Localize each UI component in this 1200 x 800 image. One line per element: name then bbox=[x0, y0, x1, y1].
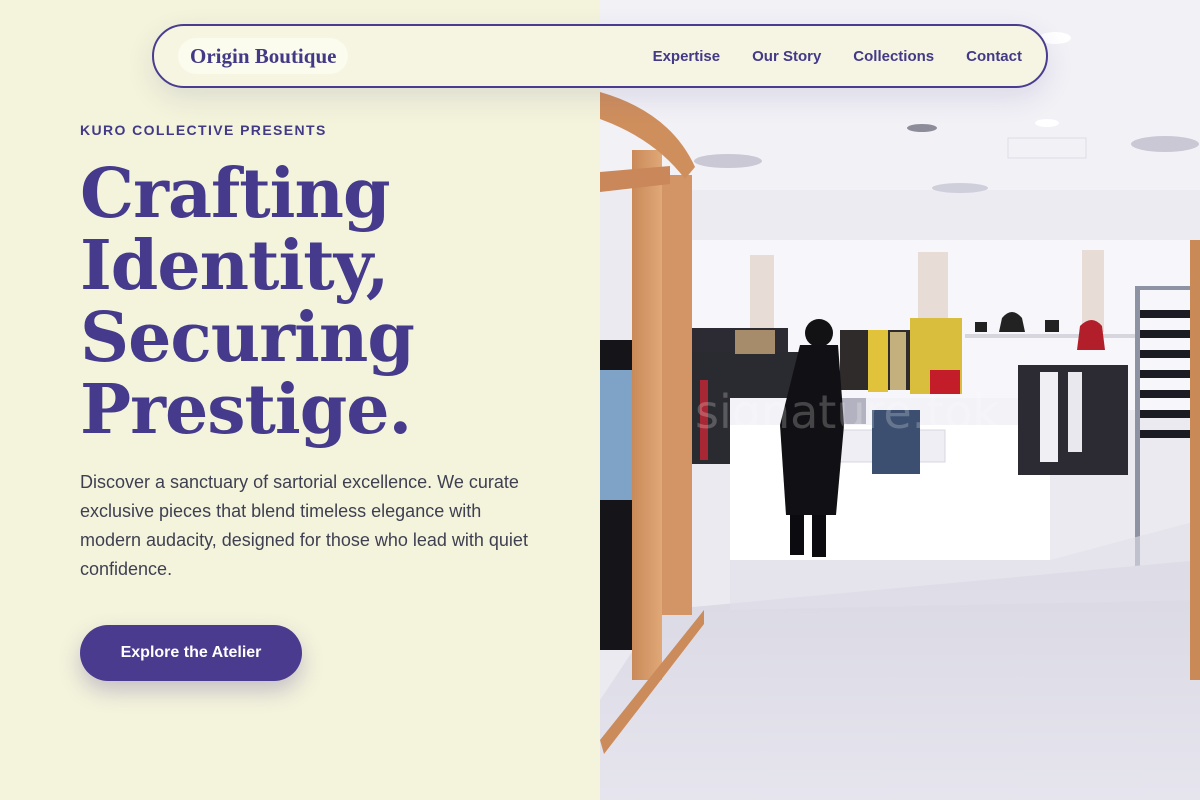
nav-link-collections[interactable]: Collections bbox=[853, 48, 934, 65]
headline-line: Securing bbox=[80, 298, 415, 378]
headline-line: Crafting bbox=[80, 154, 391, 234]
hero-headline: Crafting Identity, Securing Prestige. bbox=[80, 158, 580, 446]
hero-left-panel: KURO COLLECTIVE PRESENTS Crafting Identi… bbox=[0, 0, 600, 800]
brand-logo-link[interactable]: Origin Boutique bbox=[178, 38, 349, 74]
explore-atelier-button[interactable]: Explore the Atelier bbox=[80, 625, 302, 681]
nav-link-our-story[interactable]: Our Story bbox=[752, 48, 821, 65]
hero-description: Discover a sanctuary of sartorial excell… bbox=[80, 472, 528, 579]
nav-links: Expertise Our Story Collections Contact bbox=[653, 26, 1022, 86]
top-navigation-bar: Origin Boutique Expertise Our Story Coll… bbox=[152, 24, 1048, 88]
photo-watermark: signature.tok bbox=[695, 385, 999, 439]
nav-link-expertise[interactable]: Expertise bbox=[653, 48, 721, 65]
boutique-interior-photo: signature.tok bbox=[600, 0, 1200, 800]
headline-line: Prestige. bbox=[80, 370, 412, 450]
headline-line: Identity, bbox=[80, 226, 389, 306]
hero-eyebrow: KURO COLLECTIVE PRESENTS bbox=[80, 122, 327, 138]
nav-link-contact[interactable]: Contact bbox=[966, 48, 1022, 65]
